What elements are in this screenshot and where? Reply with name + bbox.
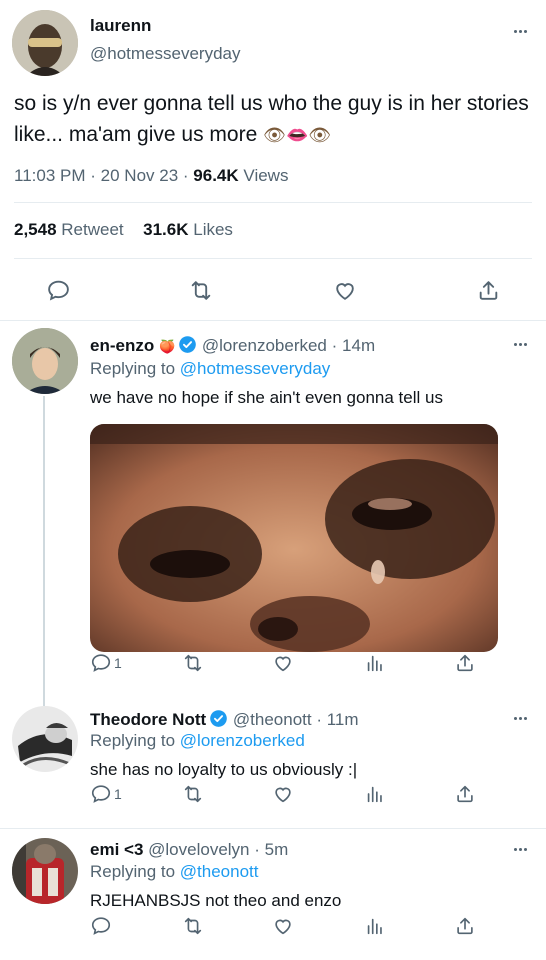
reply-display-name[interactable]: en-enzo [90, 336, 154, 355]
reply-avatar[interactable] [12, 328, 78, 394]
reply-icon[interactable] [46, 278, 71, 303]
share-icon[interactable] [476, 278, 501, 303]
reply-header: emi <3 @lovelovelyn · 5m [90, 840, 288, 860]
reply-icon [90, 783, 112, 805]
reply-text: RJEHANBSJS not theo and enzo [90, 891, 342, 910]
replying-to: Replying to @lorenzoberked [90, 731, 305, 751]
reply-header: Theodore Nott @theonott · 11m [90, 709, 359, 730]
like-button[interactable] [272, 783, 294, 805]
meta-separator: · [90, 166, 96, 185]
peach-emoji: 🍑 [158, 339, 176, 354]
share-icon [454, 915, 476, 937]
reply-button[interactable] [90, 915, 114, 937]
share-button[interactable] [454, 783, 476, 805]
meta-separator: · [182, 166, 189, 185]
views-count: 96.4K [193, 166, 239, 185]
reply-count: 1 [114, 655, 122, 671]
main-tweet-display-name[interactable]: laurenn [90, 16, 151, 36]
retweet-icon[interactable] [188, 278, 214, 303]
like-icon [272, 652, 294, 674]
views-icon [364, 915, 386, 937]
divider [0, 828, 546, 829]
reply-time[interactable]: 5m [265, 840, 289, 859]
reply-handle[interactable]: @lorenzoberked [202, 336, 327, 355]
reply-button[interactable]: 1 [90, 652, 122, 674]
divider [0, 320, 546, 321]
like-icon [272, 915, 294, 937]
meta-separator: · [316, 710, 322, 729]
verified-icon [209, 709, 228, 728]
share-icon [454, 783, 476, 805]
reply-handle[interactable]: @lovelovelyn [148, 840, 249, 859]
reply-text: she has no loyalty to us obviously :| [90, 760, 358, 779]
share-button[interactable] [454, 915, 476, 937]
more-icon[interactable] [508, 337, 532, 351]
share-button[interactable] [454, 652, 476, 674]
thread-line [43, 396, 45, 706]
main-tweet-avatar[interactable] [12, 10, 78, 76]
retweet-button[interactable] [182, 652, 204, 674]
reply-icon [90, 915, 112, 937]
views-button[interactable] [364, 652, 386, 674]
retweets-count[interactable]: 2,548 [14, 220, 57, 239]
like-icon[interactable] [332, 278, 358, 303]
retweet-button[interactable] [182, 783, 204, 805]
reply-count: 1 [114, 786, 122, 802]
replying-handle[interactable]: @hotmesseveryday [180, 359, 331, 378]
reply-time[interactable]: 11m [327, 710, 359, 729]
reply-avatar[interactable] [12, 838, 78, 904]
more-icon[interactable] [508, 711, 532, 725]
replying-label: Replying to [90, 731, 176, 750]
likes-label[interactable]: Likes [193, 220, 233, 239]
views-button[interactable] [364, 915, 386, 937]
views-icon [364, 652, 386, 674]
more-icon[interactable] [508, 24, 532, 38]
retweet-icon [182, 652, 204, 674]
verified-icon [178, 335, 197, 354]
more-icon[interactable] [508, 842, 532, 856]
like-button[interactable] [272, 915, 294, 937]
replying-handle[interactable]: @theonott [180, 862, 259, 881]
views-icon [364, 783, 386, 805]
reply-display-name[interactable]: emi <3 [90, 840, 143, 859]
reply-text: we have no hope if she ain't even gonna … [90, 388, 443, 407]
replying-to: Replying to @hotmesseveryday [90, 359, 330, 379]
meta-separator: · [254, 840, 260, 859]
reply-icon [90, 652, 112, 674]
replying-to: Replying to @theonott [90, 862, 259, 882]
reply-media-image[interactable] [90, 424, 498, 652]
views-button[interactable] [364, 783, 386, 805]
main-tweet-meta: 11:03 PM · 20 Nov 23 · 96.4K Views [14, 166, 288, 186]
reply-time[interactable]: 14m [342, 336, 375, 355]
divider [14, 258, 532, 259]
replying-label: Replying to [90, 359, 176, 378]
replying-handle[interactable]: @lorenzoberked [180, 731, 305, 750]
likes-count[interactable]: 31.6K [143, 220, 188, 239]
meta-separator: · [331, 336, 338, 355]
divider [14, 202, 532, 203]
reply-button[interactable]: 1 [90, 783, 122, 805]
reply-display-name[interactable]: Theodore Nott [90, 710, 206, 729]
emoji-eyes-mouth: 👁👄👁 [263, 125, 332, 145]
reply-handle[interactable]: @theonott [233, 710, 312, 729]
like-icon [272, 783, 294, 805]
retweets-label[interactable]: Retweet [61, 220, 123, 239]
tweet-time[interactable]: 11:03 PM [14, 166, 86, 185]
retweet-button[interactable] [182, 915, 204, 937]
retweet-icon [182, 783, 204, 805]
engagement-stats: 2,548 Retweet 31.6K Likes [14, 220, 233, 240]
retweet-icon [182, 915, 204, 937]
share-icon [454, 652, 476, 674]
views-label: Views [243, 166, 289, 185]
like-button[interactable] [272, 652, 294, 674]
replying-label: Replying to [90, 862, 176, 881]
main-tweet-handle[interactable]: @hotmesseveryday [90, 44, 241, 64]
reply-header: en-enzo 🍑 @lorenzoberked · 14m [90, 335, 375, 356]
tweet-date[interactable]: 20 Nov 23 [101, 166, 179, 185]
reply-avatar[interactable] [12, 706, 78, 772]
main-tweet-text: so is y/n ever gonna tell us who the guy… [14, 88, 534, 151]
